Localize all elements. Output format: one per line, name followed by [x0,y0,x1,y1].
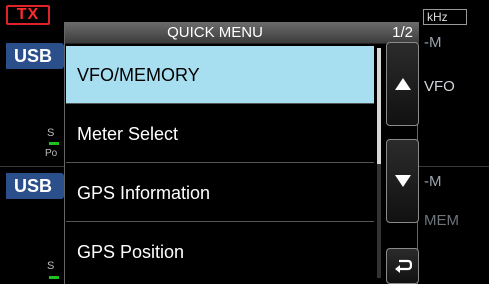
po-label: Po [45,148,58,159]
menu-item-vfo-memory[interactable]: VFO/MEMORY [66,46,374,104]
triangle-up-icon [394,78,411,90]
scrollbar[interactable] [377,48,381,278]
memory-label-bottom: -M [424,173,442,190]
s-meter-bar-bottom [49,276,59,279]
tx-indicator: TX [6,5,50,25]
return-button[interactable] [386,248,419,284]
scroll-thumb[interactable] [377,48,381,164]
s-meter-label-bottom: S [47,260,55,272]
memory-label-top: -M [424,34,442,51]
quick-menu: QUICK MENU 1/2 VFO/MEMORY Meter Select G… [64,22,419,284]
mode-badge-bottom: USB [6,173,64,199]
menu-item-meter-select[interactable]: Meter Select [66,105,374,163]
vfo-label: VFO [424,78,455,95]
scroll-down-button[interactable] [386,139,419,223]
page-indicator: 1/2 [392,24,413,41]
mem-label: MEM [424,212,459,229]
menu-item-gps-information[interactable]: GPS Information [66,164,374,222]
s-meter-label-top: S [47,127,55,139]
menu-title: QUICK MENU [167,24,263,41]
scroll-up-button[interactable] [386,42,419,126]
menu-item-gps-position[interactable]: GPS Position [66,223,374,281]
s-meter-bar-top [49,142,59,145]
khz-label: kHz [423,9,467,25]
triangle-down-icon [394,175,411,187]
mode-badge-top: USB [6,43,64,69]
menu-header: QUICK MENU 1/2 [65,22,419,44]
return-arrow-icon [394,259,412,273]
